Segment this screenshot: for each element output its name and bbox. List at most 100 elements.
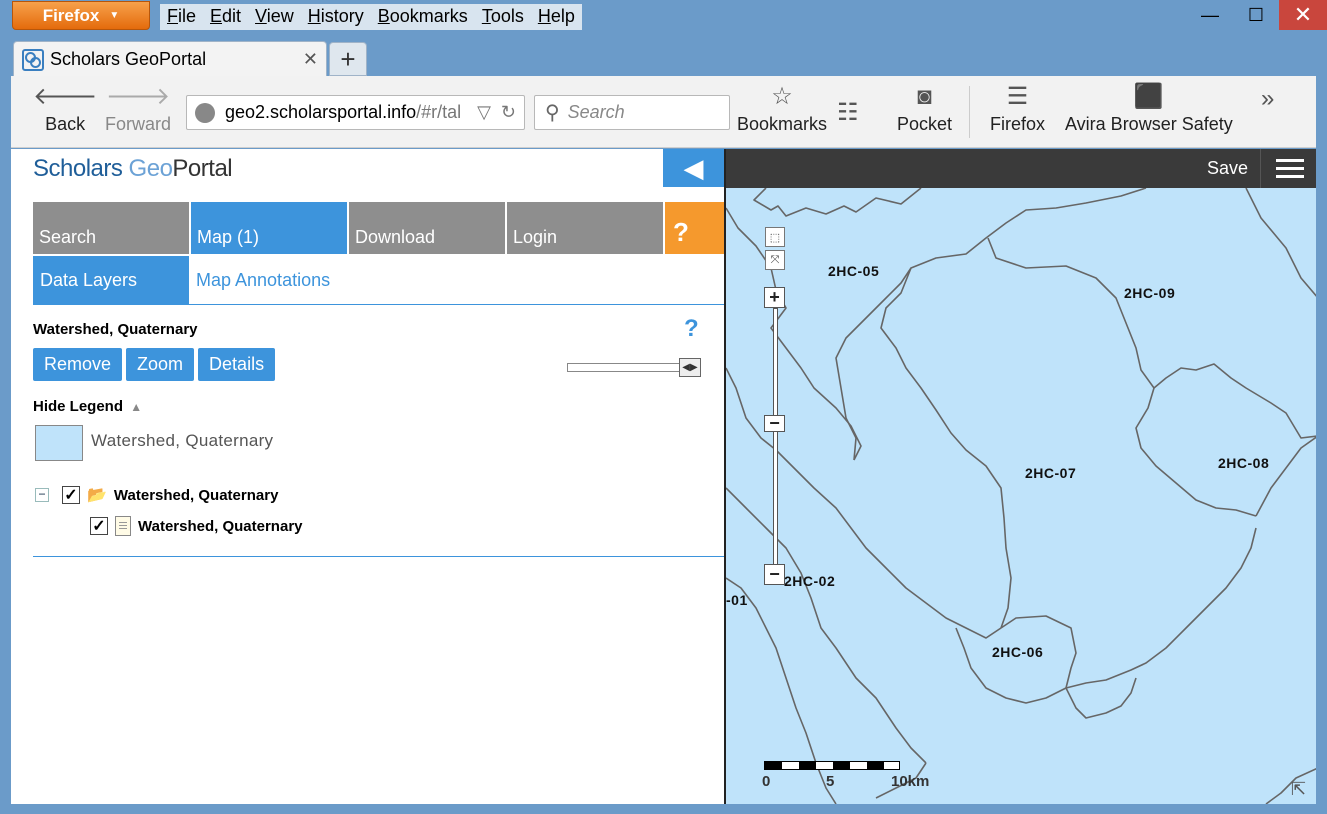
map-view[interactable]: Save 2HC-05 2HC-09 2HC-07 2HC-08 2HC-02 …	[724, 149, 1316, 804]
back-button[interactable]: 🡐 Back	[33, 80, 97, 135]
back-arrow-icon: 🡐	[33, 83, 98, 110]
watershed-label-2hc-09: 2HC-09	[1124, 285, 1176, 301]
sub-tabs: Data Layers Map Annotations	[33, 256, 724, 305]
zoom-in-button[interactable]: +	[764, 287, 785, 308]
watershed-boundaries	[726, 188, 1316, 804]
map-save-button[interactable]: Save	[1207, 158, 1248, 179]
menu-bar: File Edit View History Bookmarks Tools H…	[160, 4, 582, 30]
scale-bar	[764, 761, 900, 770]
url-bar[interactable]: geo2.scholarsportal.info /#r/tal ▽ ↻	[186, 95, 525, 130]
tab-map[interactable]: Map (1)	[191, 202, 347, 254]
divider	[33, 556, 724, 557]
menu-edit[interactable]: Edit	[203, 4, 248, 30]
child-layer-checkbox[interactable]: ✓	[90, 517, 108, 535]
tab-strip: Scholars GeoPortal ✕ +	[0, 36, 1327, 77]
watershed-label-2hc-02: 2HC-02	[784, 573, 836, 589]
triangle-up-icon: ▲	[130, 400, 143, 414]
dropdown-arrow-icon[interactable]: ▽	[477, 102, 491, 123]
navigation-toolbar: 🡐 Back 🡒 Forward geo2.scholarsportal.inf…	[11, 76, 1316, 148]
opacity-slider[interactable]: ◀▶	[567, 358, 701, 377]
avira-icon: ⬛	[1133, 83, 1164, 110]
tab-help[interactable]: ?	[665, 202, 724, 254]
legend-swatch	[35, 425, 83, 461]
zoom-extent-icon[interactable]: ⤧	[765, 250, 785, 270]
slider-handle-icon[interactable]: ◀▶	[679, 358, 701, 377]
chevron-down-icon: ▼	[109, 10, 120, 21]
details-button[interactable]: Details	[198, 348, 276, 381]
menu-tools[interactable]: Tools	[475, 4, 531, 30]
double-chevron-right-icon: »	[1261, 85, 1275, 112]
logo-scholars: Scholars	[33, 155, 129, 182]
browser-tab[interactable]: Scholars GeoPortal ✕	[13, 41, 327, 77]
watershed-label-01: -01	[726, 592, 748, 608]
main-tabs: Search Map (1) Download Login ?	[33, 202, 724, 254]
sidebar: Scholars GeoPortal ◀ Search Map (1) Down…	[11, 149, 724, 804]
search-icon: ⚲	[545, 102, 560, 124]
site-favicon-icon	[22, 48, 44, 71]
parent-layer-checkbox[interactable]: ✓	[62, 486, 80, 504]
subtab-map-annotations[interactable]: Map Annotations	[189, 256, 337, 304]
app-logo[interactable]: Scholars GeoPortal	[33, 155, 233, 183]
document-icon	[115, 516, 131, 536]
layer-title: Watershed, Quaternary	[33, 321, 198, 338]
back-label: Back	[45, 114, 86, 134]
logo-geo: Geo	[128, 155, 173, 182]
url-path: /#r/tal	[416, 102, 462, 122]
watershed-label-2hc-06: 2HC-06	[992, 644, 1044, 660]
firefox-menu-button[interactable]: Firefox ▼	[12, 1, 150, 30]
zoom-slider-handle[interactable]: −	[764, 413, 785, 433]
tab-login[interactable]: Login	[507, 202, 663, 254]
maximize-button[interactable]: ☐	[1233, 0, 1279, 30]
layer-actions: Remove Zoom Details	[33, 348, 276, 381]
zoom-out-button[interactable]: −	[764, 564, 785, 585]
bookmarks-button[interactable]: ☆ Bookmarks	[737, 80, 827, 135]
tab-download[interactable]: Download	[349, 202, 505, 254]
new-tab-button[interactable]: +	[329, 42, 367, 76]
menu-view[interactable]: View	[248, 4, 301, 30]
collapse-tree-icon[interactable]: −	[35, 488, 49, 502]
map-toolbar: Save	[726, 149, 1316, 188]
avira-button[interactable]: ⬛ Avira Browser Safety	[1065, 80, 1233, 135]
tab-search[interactable]: Search	[33, 202, 189, 254]
zoom-button[interactable]: Zoom	[126, 348, 195, 381]
zoom-box-icon[interactable]: ⬚	[765, 227, 785, 247]
reading-list-button[interactable]: ☷	[837, 96, 859, 130]
firefox-menu-toolbar-button[interactable]: ☰ Firefox	[990, 80, 1045, 135]
subtab-data-layers[interactable]: Data Layers	[33, 256, 189, 304]
menu-bookmarks[interactable]: Bookmarks	[371, 4, 475, 30]
tree-parent-label: Watershed, Quaternary	[113, 486, 279, 504]
menu-history[interactable]: History	[301, 4, 371, 30]
close-tab-icon[interactable]: ✕	[303, 49, 318, 70]
tree-row-child: ✓ Watershed, Quaternary	[90, 516, 303, 536]
menu-file[interactable]: File	[160, 4, 203, 30]
folder-open-icon: 📂	[87, 487, 107, 504]
hide-legend-toggle[interactable]: Hide Legend ▲	[33, 398, 142, 415]
watershed-label-2hc-08: 2HC-08	[1218, 455, 1270, 471]
menu-help[interactable]: Help	[531, 4, 582, 30]
globe-icon	[195, 102, 215, 123]
map-menu-button[interactable]	[1260, 149, 1316, 188]
resize-arrow-icon[interactable]: ⇱	[1291, 779, 1306, 800]
collapse-sidebar-button[interactable]: ◀	[663, 149, 724, 187]
remove-button[interactable]: Remove	[33, 348, 123, 381]
forward-label: Forward	[105, 114, 172, 134]
layer-help-icon[interactable]: ?	[684, 315, 699, 343]
firefox-menu-label: Firefox	[42, 5, 100, 25]
minimize-button[interactable]: —	[1187, 0, 1233, 30]
forward-button[interactable]: 🡒 Forward	[105, 80, 171, 135]
pocket-label: Pocket	[897, 114, 953, 134]
reload-icon[interactable]: ↻	[501, 102, 516, 123]
window-controls: — ☐ ✕	[1187, 0, 1327, 30]
search-input[interactable]: ⚲ Search	[534, 95, 730, 130]
hamburger-icon	[1275, 159, 1304, 162]
close-window-button[interactable]: ✕	[1279, 0, 1327, 30]
search-placeholder: Search	[567, 102, 625, 122]
scale-label-10km: 10km	[891, 773, 930, 790]
watershed-label-2hc-07: 2HC-07	[1025, 465, 1077, 481]
overflow-button[interactable]: »	[1261, 82, 1274, 116]
zoom-slider-track[interactable]	[773, 308, 778, 576]
pocket-button[interactable]: ◙ Pocket	[897, 80, 952, 135]
url-host: geo2.scholarsportal.info	[225, 102, 417, 122]
page-content: Scholars GeoPortal ◀ Search Map (1) Down…	[11, 149, 1316, 804]
hide-legend-label: Hide Legend	[33, 398, 124, 415]
